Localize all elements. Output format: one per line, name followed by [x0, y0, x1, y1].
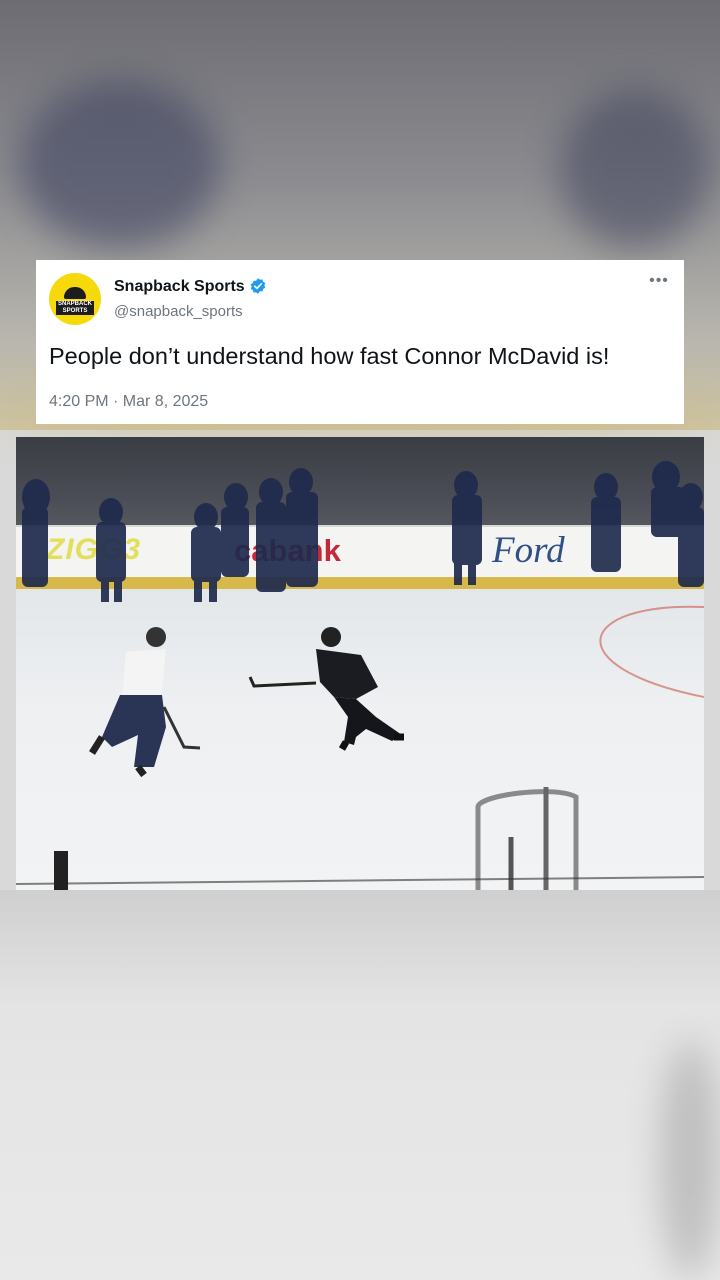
player-white-jersey — [89, 627, 201, 778]
background-blur-shape — [660, 1040, 720, 1280]
avatar[interactable]: SNAPBACK SPORTS — [49, 273, 101, 325]
hockey-net — [475, 787, 579, 890]
background-blur-shape — [560, 90, 710, 250]
display-name[interactable]: Snapback Sports — [114, 278, 245, 296]
avatar-brand-text: SNAPBACK SPORTS — [56, 301, 94, 315]
tweet-timestamp[interactable]: 4:20 PM · Mar 8, 2025 — [49, 393, 208, 411]
background-blur-shape — [20, 80, 220, 250]
tweet-card[interactable]: SNAPBACK SPORTS Snapback Sports @snapbac… — [36, 260, 684, 424]
video-frame[interactable]: ZIGG3 cabank Ford — [16, 437, 704, 890]
player-dark-jersey — [248, 627, 404, 751]
verified-badge-icon — [250, 278, 266, 294]
background-bottom — [0, 890, 720, 1280]
rink-scene — [16, 461, 704, 890]
cap-icon — [64, 287, 86, 299]
tweet-text: People don’t understand how fast Connor … — [49, 343, 610, 369]
bench-players — [22, 461, 704, 602]
more-options-icon[interactable]: ••• — [649, 273, 669, 294]
user-handle[interactable]: @snapback_sports — [114, 303, 243, 320]
